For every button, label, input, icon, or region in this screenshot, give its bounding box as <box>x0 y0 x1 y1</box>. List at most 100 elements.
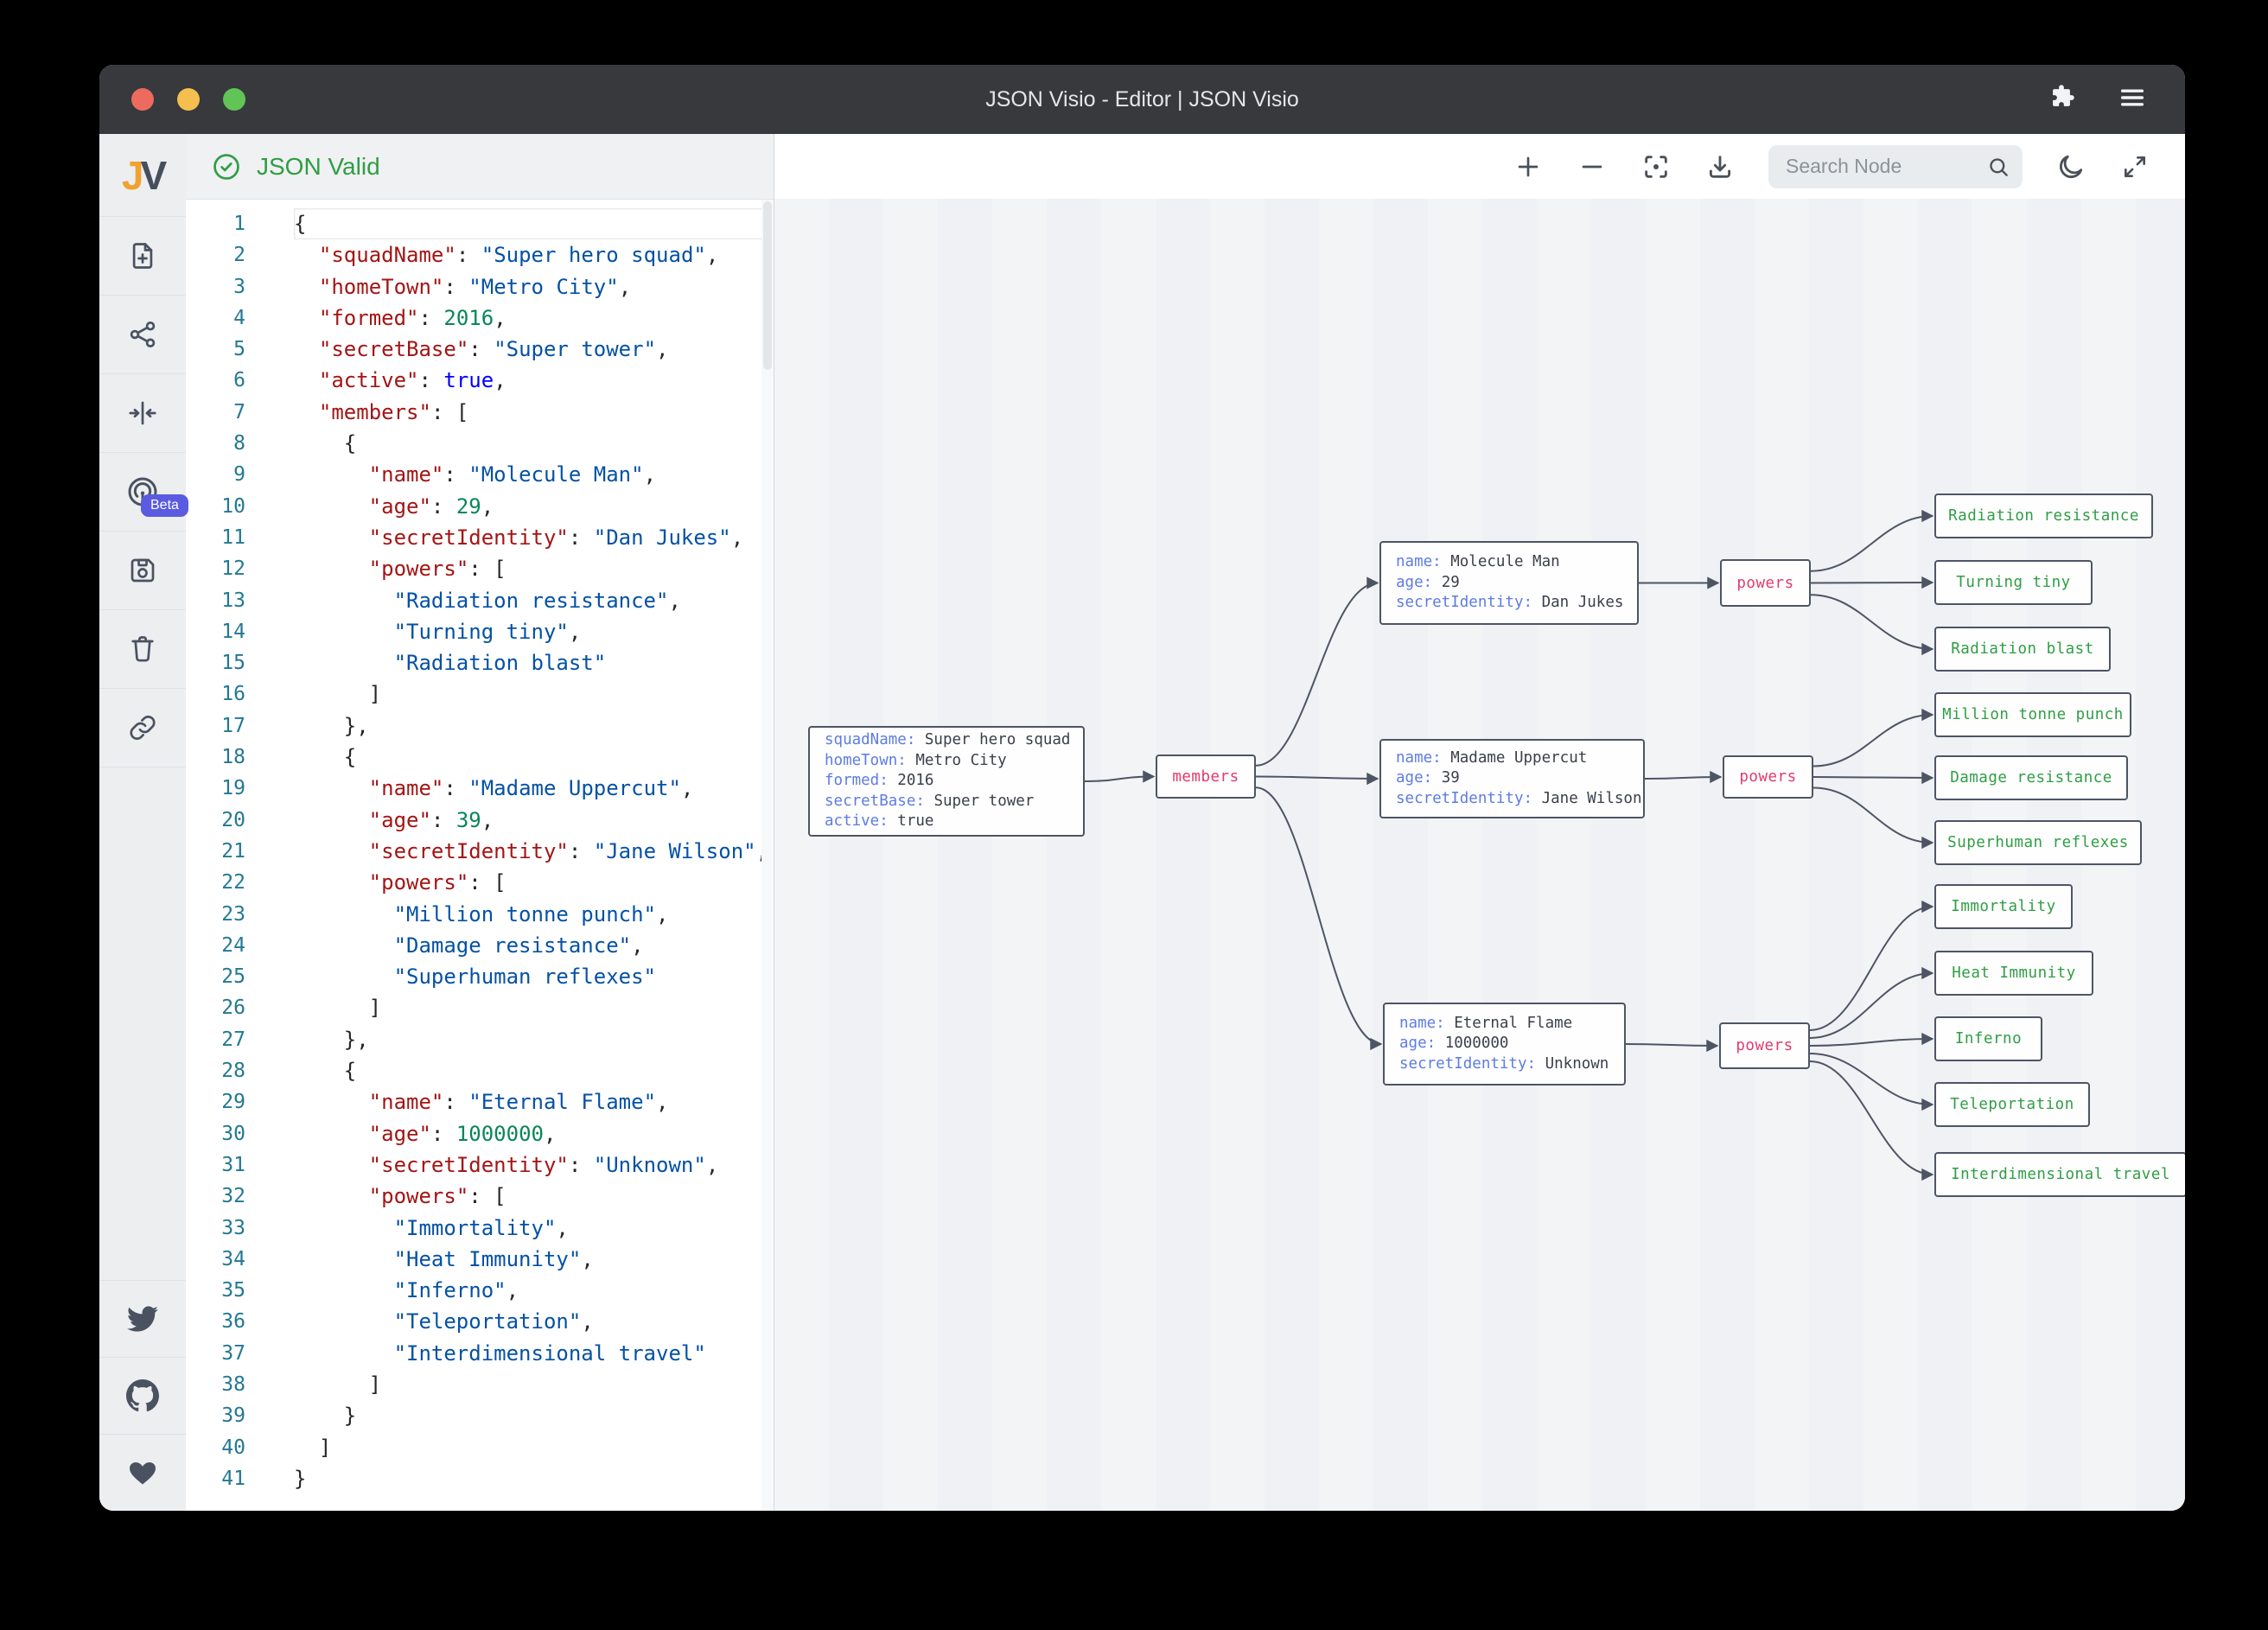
node-label: Superhuman reflexes <box>1947 834 2129 851</box>
graph-node-l3[interactable]: Radiation blast <box>1934 627 2111 672</box>
code-line[interactable]: "Teleportation", <box>294 1306 774 1337</box>
code-line[interactable]: "name": "Molecule Man", <box>294 459 774 490</box>
code-line[interactable]: "formed": 2016, <box>294 302 774 334</box>
graph-node-l5[interactable]: Damage resistance <box>1934 755 2128 800</box>
graph-node-m2[interactable]: name: Madame Uppercutage: 39secretIdenti… <box>1379 739 1645 818</box>
graph-node-l2[interactable]: Turning tiny <box>1934 560 2093 605</box>
graph-node-l9[interactable]: Inferno <box>1934 1016 2042 1061</box>
code-lines[interactable]: {"squadName": "Super hero squad","homeTo… <box>294 208 774 1511</box>
code-line[interactable]: "name": "Eternal Flame", <box>294 1086 774 1117</box>
fullscreen-button[interactable] <box>2119 151 2150 182</box>
new-document-button[interactable] <box>99 217 186 296</box>
graph-node-l10[interactable]: Teleportation <box>1934 1082 2090 1127</box>
moon-icon <box>2056 152 2086 181</box>
code-line[interactable]: "Inferno", <box>294 1275 774 1306</box>
code-line[interactable]: "Million tonne punch", <box>294 899 774 930</box>
graph-toolbar <box>774 134 2185 199</box>
minimize-window-button[interactable] <box>177 88 200 111</box>
share-link-button[interactable] <box>99 689 186 767</box>
extensions-puzzle-icon[interactable] <box>2047 83 2076 117</box>
menu-hamburger-icon[interactable] <box>2118 83 2147 117</box>
sponsor-link[interactable] <box>99 1434 186 1511</box>
code-line[interactable]: "members": [ <box>294 397 774 428</box>
graph-node-l8[interactable]: Heat Immunity <box>1934 951 2093 996</box>
code-line[interactable]: "powers": [ <box>294 1181 774 1212</box>
twitter-link[interactable] <box>99 1280 186 1357</box>
code-line[interactable]: "Damage resistance", <box>294 930 774 961</box>
live-transform-button[interactable]: Beta <box>99 453 186 532</box>
graph-node-members[interactable]: members <box>1156 755 1256 799</box>
graph-node-p3[interactable]: powers <box>1719 1022 1810 1069</box>
code-line[interactable]: "squadName": "Super hero squad", <box>294 239 774 271</box>
dark-mode-toggle[interactable] <box>2055 151 2086 182</box>
zoom-out-button[interactable] <box>1577 151 1608 182</box>
code-line[interactable]: ] <box>294 1369 774 1400</box>
code-line[interactable]: "secretIdentity": "Jane Wilson", <box>294 836 774 867</box>
code-line[interactable]: "age": 29, <box>294 491 774 522</box>
code-line[interactable]: ] <box>294 1432 774 1463</box>
graph-node-root[interactable]: squadName: Super hero squadhomeTown: Met… <box>808 726 1085 837</box>
search-node-box[interactable] <box>1768 145 2023 188</box>
graph-node-p2[interactable]: powers <box>1723 755 1813 799</box>
graph-node-m3[interactable]: name: Eternal Flameage: 1000000secretIde… <box>1383 1003 1626 1086</box>
code-line[interactable]: "secretBase": "Super tower", <box>294 334 774 365</box>
code-line[interactable]: { <box>294 742 774 773</box>
search-node-input[interactable] <box>1784 154 1986 179</box>
code-line[interactable]: { <box>294 428 774 459</box>
graph-node-m1[interactable]: name: Molecule Manage: 29secretIdentity:… <box>1379 541 1639 625</box>
graph-node-l6[interactable]: Superhuman reflexes <box>1934 820 2142 865</box>
code-line[interactable]: "Superhuman reflexes" <box>294 961 774 992</box>
code-line[interactable]: "powers": [ <box>294 867 774 898</box>
code-editor[interactable]: 1234567891011121314151617181920212223242… <box>186 200 774 1511</box>
code-line[interactable]: } <box>294 1463 774 1494</box>
code-line[interactable]: } <box>294 1400 774 1431</box>
code-line[interactable]: "secretIdentity": "Dan Jukes", <box>294 522 774 553</box>
code-line[interactable]: ] <box>294 678 774 710</box>
code-line[interactable]: "name": "Madame Uppercut", <box>294 773 774 804</box>
graph-node-l1[interactable]: Radiation resistance <box>1934 493 2153 538</box>
app-logo[interactable]: JV <box>99 134 186 217</box>
graph-edge <box>1813 715 1933 767</box>
save-button[interactable] <box>99 532 186 610</box>
code-line[interactable]: "powers": [ <box>294 553 774 584</box>
center-focus-button[interactable] <box>1640 151 1672 182</box>
graph-node-l4[interactable]: Million tonne punch <box>1934 692 2131 737</box>
code-line[interactable]: "Heat Immunity", <box>294 1244 774 1275</box>
line-number: 39 <box>186 1400 245 1431</box>
share-button[interactable] <box>99 296 186 374</box>
download-button[interactable] <box>1704 151 1736 182</box>
code-line[interactable]: "age": 39, <box>294 805 774 836</box>
code-line[interactable]: "Immortality", <box>294 1213 774 1244</box>
close-window-button[interactable] <box>131 88 154 111</box>
code-line[interactable]: "active": true, <box>294 365 774 396</box>
github-link[interactable] <box>99 1357 186 1434</box>
code-line[interactable]: "secretIdentity": "Unknown", <box>294 1149 774 1181</box>
center-view-button[interactable] <box>99 374 186 453</box>
search-icon[interactable] <box>1986 155 2010 179</box>
graph-node-l11[interactable]: Interdimensional travel <box>1934 1152 2185 1197</box>
code-line[interactable]: }, <box>294 710 774 742</box>
code-line[interactable]: "Radiation blast" <box>294 647 774 678</box>
editor-scrollbar-thumb[interactable] <box>763 201 772 370</box>
graph-edge <box>1811 516 1933 571</box>
code-line[interactable]: { <box>294 208 774 239</box>
delete-button[interactable] <box>99 610 186 689</box>
graph-node-l7[interactable]: Immortality <box>1934 884 2073 929</box>
line-number: 40 <box>186 1432 245 1463</box>
code-line[interactable]: { <box>294 1055 774 1086</box>
code-line[interactable]: "Interdimensional travel" <box>294 1338 774 1369</box>
graph-node-p1[interactable]: powers <box>1720 559 1811 607</box>
code-line[interactable]: "homeTown": "Metro City", <box>294 271 774 302</box>
left-sidebar: JV Beta <box>99 134 186 1511</box>
code-line[interactable]: ] <box>294 992 774 1023</box>
line-number: 35 <box>186 1275 245 1306</box>
code-line[interactable]: "Turning tiny", <box>294 616 774 647</box>
heart-icon <box>130 1462 156 1485</box>
graph-canvas[interactable]: squadName: Super hero squadhomeTown: Met… <box>774 199 2185 1511</box>
code-line[interactable]: "age": 1000000, <box>294 1118 774 1149</box>
maximize-window-button[interactable] <box>223 88 245 111</box>
code-line[interactable]: }, <box>294 1024 774 1055</box>
editor-scrollbar[interactable] <box>761 200 774 1511</box>
zoom-in-button[interactable] <box>1513 151 1544 182</box>
code-line[interactable]: "Radiation resistance", <box>294 585 774 616</box>
